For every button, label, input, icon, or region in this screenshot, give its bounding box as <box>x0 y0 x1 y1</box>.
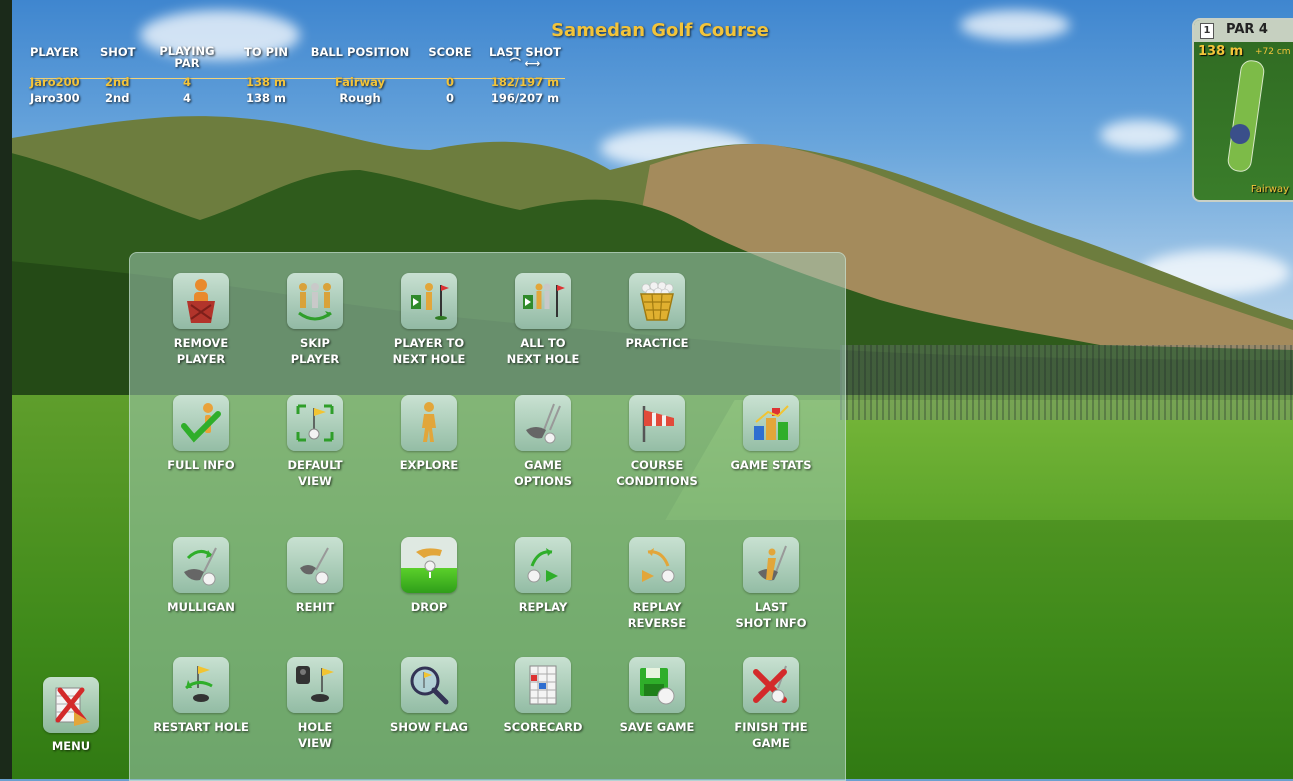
header-ball-position: BALL POSITION <box>310 45 410 59</box>
show-flag-button[interactable]: SHOW FLAG <box>372 657 486 735</box>
game-options-icon <box>515 395 571 451</box>
explore-button[interactable]: EXPLORE <box>372 395 486 473</box>
windsock-icon <box>629 395 685 451</box>
all-next-hole-icon <box>515 273 571 329</box>
restart-hole-icon <box>173 657 229 713</box>
rehit-icon <box>287 537 343 593</box>
row-last-shot: 182/197 m <box>490 75 560 89</box>
header-to-pin: TO PIN <box>244 45 288 59</box>
distance-to-pin: 138 m <box>1198 44 1244 59</box>
hole-view-button[interactable]: HOLE VIEW <box>258 657 372 751</box>
player-next-hole-icon <box>401 273 457 329</box>
row-par: 4 <box>182 75 191 89</box>
ball-lie: Fairway <box>1250 184 1289 195</box>
game-options-button[interactable]: GAME OPTIONS <box>486 395 600 489</box>
header-playing-par: PLAYING PAR <box>159 44 215 70</box>
row-player: Jaro200 <box>30 75 80 89</box>
elevation: +72 cm <box>1255 47 1291 57</box>
player-to-next-hole-button[interactable]: PLAYER TO NEXT HOLE <box>372 273 486 367</box>
row-player: Jaro300 <box>30 91 80 105</box>
hole-number: 1 <box>1200 23 1214 39</box>
menu-icon <box>43 677 99 733</box>
replay-button[interactable]: REPLAY <box>486 537 600 615</box>
drop-button[interactable]: DROP <box>372 537 486 615</box>
skip-player-button[interactable]: SKIP PLAYER <box>258 273 372 367</box>
last-shot-info-button[interactable]: LAST SHOT INFO <box>714 537 828 631</box>
all-to-next-hole-button[interactable]: ALL TO NEXT HOLE <box>486 273 600 367</box>
drop-icon <box>401 537 457 593</box>
practice-button[interactable]: PRACTICE <box>600 273 714 351</box>
row-position: Rough <box>339 91 381 105</box>
default-view-icon <box>287 395 343 451</box>
game-stats-button[interactable]: GAME STATS <box>714 395 828 473</box>
scorecard-button[interactable]: SCORECARD <box>486 657 600 735</box>
row-to-pin: 138 m <box>246 91 286 105</box>
row-shot: 2nd <box>105 75 130 89</box>
remove-player-button[interactable]: REMOVE PLAYER <box>144 273 258 367</box>
finish-game-icon <box>743 657 799 713</box>
remove-player-icon <box>173 273 229 329</box>
menu-button[interactable]: MENU <box>40 677 102 754</box>
practice-basket-icon <box>629 273 685 329</box>
full-info-button[interactable]: FULL INFO <box>144 395 258 473</box>
rehit-button[interactable]: REHIT <box>258 537 372 615</box>
hole-view-icon <box>287 657 343 713</box>
restart-hole-button[interactable]: RESTART HOLE <box>144 657 258 735</box>
explore-icon <box>401 395 457 451</box>
row-score: 0 <box>445 75 454 89</box>
hole-minimap[interactable]: 1 PAR 4 138 m +72 cm Fairway <box>1192 18 1293 202</box>
last-shot-info-icon <box>743 537 799 593</box>
save-game-button[interactable]: SAVE GAME <box>600 657 714 735</box>
finish-game-button[interactable]: FINISH THE GAME <box>714 657 828 751</box>
header-score: SCORE <box>428 45 472 59</box>
save-game-icon <box>629 657 685 713</box>
menu-label: MENU <box>51 739 91 753</box>
replay-icon <box>515 537 571 593</box>
replay-reverse-button[interactable]: REPLAY REVERSE <box>600 537 714 631</box>
game-stats-icon <box>743 395 799 451</box>
skip-player-icon <box>287 273 343 329</box>
row-to-pin: 138 m <box>246 75 286 89</box>
scorecard-icon <box>515 657 571 713</box>
header-player: PLAYER <box>30 45 79 59</box>
mulligan-icon <box>173 537 229 593</box>
show-flag-icon <box>401 657 457 713</box>
minimap-fairway <box>1226 58 1266 174</box>
course-title: Samedan Golf Course <box>551 20 769 41</box>
replay-reverse-icon <box>629 537 685 593</box>
row-position: Fairway <box>334 75 386 89</box>
header-last-shot-symbols: ⌒ ⟷ <box>509 57 541 70</box>
row-par: 4 <box>182 91 191 105</box>
minimap-water <box>1230 124 1250 144</box>
screen-edge <box>0 0 12 779</box>
game-menu-panel: REMOVE PLAYER SKIP PLAYER PLAYER TO NEXT… <box>129 252 846 781</box>
fence <box>840 345 1293 420</box>
hole-par: PAR 4 <box>1226 22 1268 37</box>
mulligan-button[interactable]: MULLIGAN <box>144 537 258 615</box>
default-view-button[interactable]: DEFAULT VIEW <box>258 395 372 489</box>
full-info-icon <box>173 395 229 451</box>
row-last-shot: 196/207 m <box>490 91 560 105</box>
header-shot: SHOT <box>100 45 136 59</box>
minimap-header: 1 PAR 4 <box>1194 20 1293 42</box>
course-conditions-button[interactable]: COURSE CONDITIONS <box>600 395 714 489</box>
row-shot: 2nd <box>105 91 130 105</box>
row-score: 0 <box>445 91 454 105</box>
